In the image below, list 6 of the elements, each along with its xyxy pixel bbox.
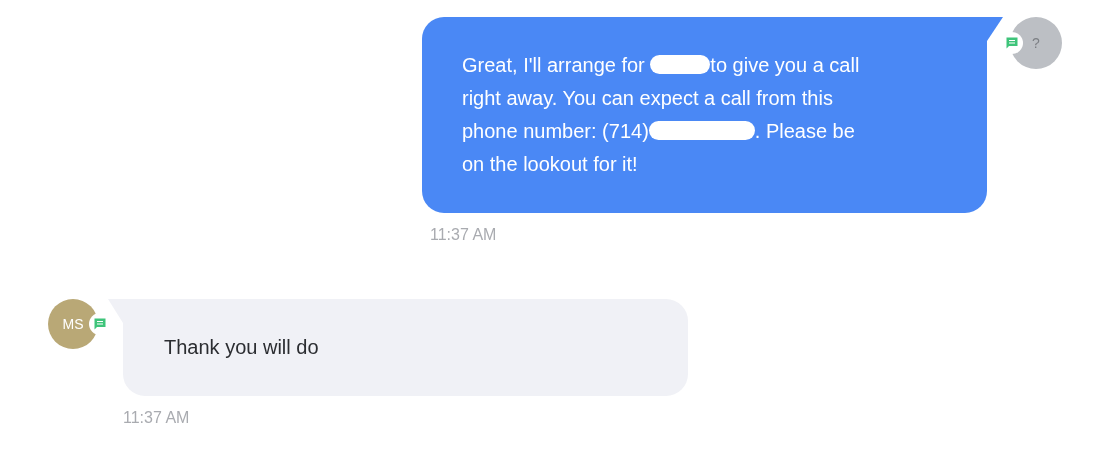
timestamp: 11:37 AM	[123, 409, 190, 427]
message-text: Great, I'll arrange for to give you a call right away. You can expect a call from this phone number: (714) . Please be on the lookout for it!	[462, 53, 861, 177]
avatar: MS	[48, 299, 98, 349]
message-text: Thank you will do	[164, 335, 320, 360]
timestamp: 11:37 AM	[430, 226, 497, 244]
avatar: ?	[1010, 17, 1062, 69]
